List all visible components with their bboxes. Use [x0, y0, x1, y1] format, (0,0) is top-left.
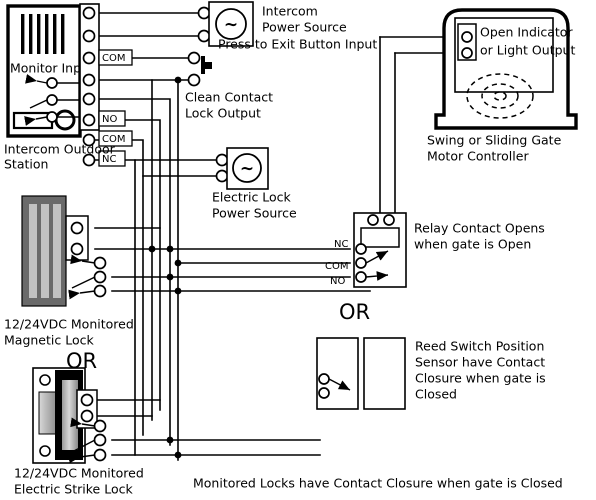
strike-screw-hole-bottom [39, 445, 51, 457]
power-terminal-1[interactable] [197, 6, 211, 20]
electric-strike-lock[interactable]: 12/24VDC Monitored Electric Strike Lock [14, 367, 144, 497]
open-indicator-line2: or Light Output [480, 43, 575, 58]
relay-nc-terminal[interactable] [355, 243, 367, 255]
intercom-power-label-line1: Intercom [262, 4, 318, 19]
maglock-power-terminal-1[interactable] [70, 221, 84, 235]
reed-terminal-1[interactable] [318, 373, 330, 385]
ac-symbol-glyph: ∼ [224, 15, 238, 35]
elock-power-label-line1: Electric Lock [212, 190, 292, 205]
reed-magnet-block [363, 337, 406, 410]
wire-junction [148, 245, 156, 253]
wire-junction [166, 436, 174, 444]
or-label-right: OR [339, 300, 370, 324]
terminal-2[interactable] [82, 29, 96, 43]
call-button-icon[interactable] [54, 109, 76, 131]
strike-caption-line1: 12/24VDC Monitored [14, 466, 144, 481]
elock-power-terminal-1[interactable] [215, 153, 229, 167]
terminal-4-com[interactable] [82, 73, 96, 87]
open-indicator-terminal-2[interactable] [461, 47, 473, 59]
magnetic-lock[interactable]: 12/24VDC Monitored Magnetic Lock [4, 195, 134, 348]
push-button-icon [201, 56, 212, 74]
reed-note-line4: Closed [415, 387, 457, 402]
maglock-caption-line2: Magnetic Lock [4, 333, 94, 348]
terminal-label-com-upper: COM [102, 53, 125, 64]
clean-contact-line2: Lock Output [185, 106, 261, 121]
strike-screw-hole-top [39, 374, 51, 386]
gate-controller-caption-line2: Motor Controller [427, 149, 529, 164]
reed-note-line3: Closure when gate is [415, 371, 546, 386]
gate-controller-caption-line1: Swing or Sliding Gate [427, 133, 562, 148]
clean-contact-lock-output-label: Clean Contact Lock Output [185, 90, 273, 121]
electric-lock-power-source[interactable]: ∼ Electric Lock Power Source [212, 147, 297, 221]
relay-label-nc: NC [334, 239, 348, 250]
press-to-exit-label: Press to Exit Button Input [218, 37, 377, 52]
relay-no-terminal[interactable] [355, 271, 367, 283]
reed-switch-sensor[interactable]: Reed Switch Position Sensor have Contact… [316, 337, 546, 410]
terminal-6-no[interactable] [82, 113, 96, 127]
reed-terminal-2[interactable] [318, 387, 330, 399]
open-indicator-line1: Open Indicator [480, 25, 573, 40]
terminal-label-no: NO [102, 114, 117, 125]
relay-coil-terminal-1[interactable] [367, 214, 379, 226]
relay-note-line1: Relay Contact Opens [414, 221, 545, 236]
strike-power-terminal-2[interactable] [80, 409, 94, 423]
strike-power-terminal-1[interactable] [80, 393, 94, 407]
intercom-caption-line2: Station [4, 157, 48, 172]
terminal-1[interactable] [82, 6, 96, 20]
name-plate [12, 111, 54, 130]
terminal-5[interactable] [82, 92, 96, 106]
relay-coil-body [360, 227, 400, 248]
maglock-monitor-contacts [68, 254, 107, 300]
maglock-power-terminal-2[interactable] [70, 242, 84, 256]
reed-note-line2: Sensor have Contact [415, 355, 545, 370]
power-terminal-2[interactable] [197, 29, 211, 43]
elock-power-label-line2: Power Source [212, 206, 297, 221]
exit-terminal-1[interactable] [187, 51, 201, 65]
relay-coil-terminal-2[interactable] [383, 214, 395, 226]
intercom-outdoor-station[interactable]: Monitor Input COM NO COM NC Intercom Out… [4, 3, 133, 172]
intercom-power-label-line2: Power Source [262, 20, 347, 35]
strike-plunger [62, 380, 78, 450]
gate-motor-controller[interactable]: Open Indicator or Light Output Swing or … [427, 8, 578, 164]
relay-contact-module[interactable]: NC COM NO Relay Contact Opens when gate … [325, 212, 545, 288]
wire-junction [166, 245, 174, 253]
strike-caption-line2: Electric Strike Lock [14, 482, 133, 497]
wiring-diagram-canvas: Monitor Input COM NO COM NC Intercom Out… [0, 0, 596, 500]
relay-label-com: COM [325, 261, 348, 272]
relay-label-no: NO [330, 276, 345, 287]
terminal-3[interactable] [82, 51, 96, 65]
wiring-diagram-svg: Monitor Input COM NO COM NC Intercom Out… [4, 1, 578, 497]
relay-note-line2: when gate is Open [414, 237, 531, 252]
reed-note-line1: Reed Switch Position [415, 339, 544, 354]
wire-junction [166, 273, 174, 281]
maglock-caption-line1: 12/24VDC Monitored [4, 317, 134, 332]
ac-symbol-glyph: ∼ [240, 159, 254, 179]
open-indicator-terminal-1[interactable] [461, 31, 473, 43]
intercom-caption-line1: Intercom Outdoor [4, 142, 116, 157]
relay-com-terminal[interactable] [355, 257, 367, 269]
elock-power-terminal-2[interactable] [215, 169, 229, 183]
exit-terminal-2[interactable] [187, 73, 201, 87]
clean-contact-line1: Clean Contact [185, 90, 273, 105]
terminal-strip [79, 3, 100, 131]
footer-note: Monitored Locks have Contact Closure whe… [193, 476, 563, 491]
